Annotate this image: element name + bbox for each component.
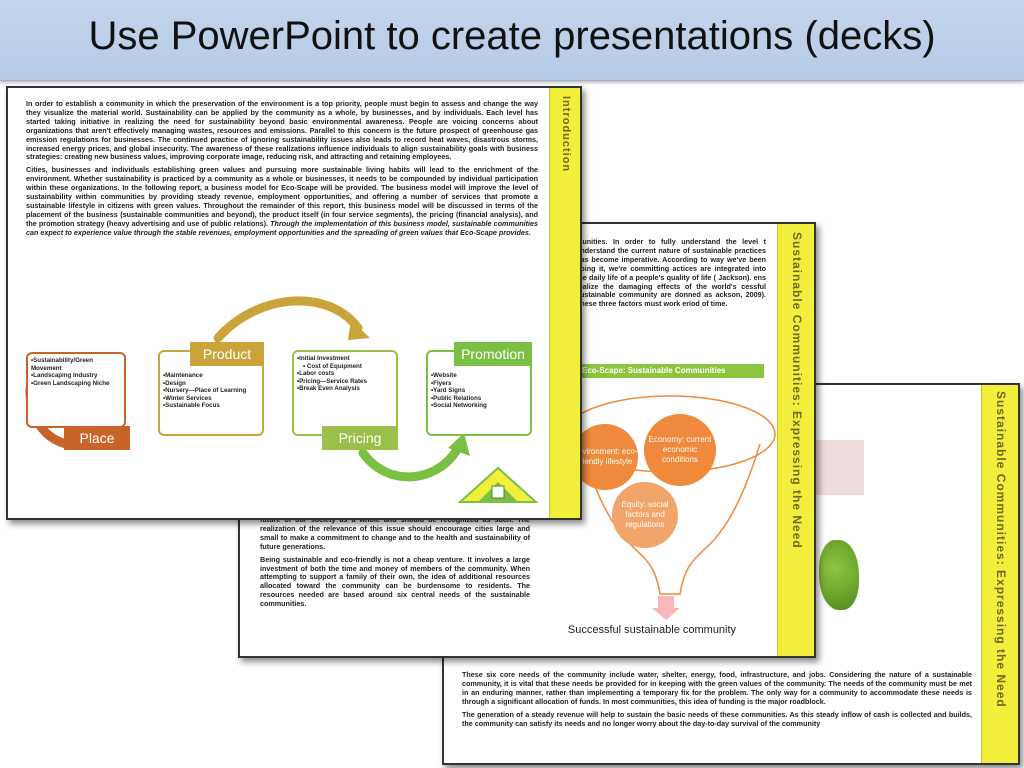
pricing-item-3: •Labor costs	[297, 370, 335, 378]
slide3-body: These six core needs of the community in…	[462, 670, 972, 732]
pricing-item-4: •Pricing—Service Rates	[297, 377, 367, 385]
product-label: Product	[190, 342, 264, 366]
economy-circle: Economy: current economic conditions	[644, 414, 716, 486]
slide3-side-title: Sustainable Communities: Expressing the …	[994, 391, 1008, 708]
pricing-label: Pricing	[322, 426, 398, 450]
slide1-side-title: Introduction	[560, 96, 572, 173]
slide2-top-text: munities. In order to fully understand t…	[576, 237, 766, 309]
slide2-side-title: Sustainable Communities: Expressing the …	[790, 232, 804, 549]
pricing-item-5: •Break Even Analysis	[297, 385, 360, 393]
place-item-2: •Landscaping Industry	[31, 372, 98, 380]
vegetables-image	[819, 540, 859, 610]
place-box: •Sustainability/Green Movement •Landscap…	[26, 352, 126, 428]
product-item-4: •Winter Services	[163, 394, 212, 402]
place-label: Place	[64, 426, 130, 450]
eco-scape-logo	[458, 466, 538, 503]
slide2-paragraph-2: Being sustainable and eco-friendly is no…	[260, 554, 530, 609]
promotion-item-2: •Flyers	[431, 379, 452, 387]
slide2-bottom-text: future of our society as a whole and sho…	[260, 515, 530, 613]
slide-thumbnail-1[interactable]: Introduction In order to establish a com…	[6, 86, 582, 520]
pricing-item-2: • Cost of Equipment	[303, 362, 362, 370]
promotion-item-4: •Public Relations	[431, 394, 482, 402]
marketing-mix-arrows	[25, 296, 470, 482]
equity-circle: Equity: social factors and regulations	[612, 482, 678, 548]
slide2-paragraph-1: future of our society as a whole and sho…	[260, 515, 530, 551]
slide2-diagram-header: Eco-Scape: Sustainable Communities	[578, 364, 764, 378]
slide3-paragraph-1: These six core needs of the community in…	[462, 670, 972, 706]
product-item-3: •Nursery—Place of Learning	[163, 387, 247, 395]
product-item-1: •Maintenance	[163, 372, 203, 379]
place-item-1: •Sustainability/Green Movement	[31, 357, 93, 372]
product-item-5: •Sustainable Focus	[163, 402, 220, 410]
pricing-item-1: •Initial Investment	[297, 355, 350, 362]
slide3-paragraph-2: The generation of a steady revenue will …	[462, 709, 972, 728]
promotion-item-1: •Website	[431, 372, 457, 379]
product-item-2: •Design	[163, 379, 186, 387]
pricing-box: •Initial Investment • Cost of Equipment …	[292, 350, 398, 436]
slide-title: Use PowerPoint to create presentations (…	[88, 14, 936, 58]
promotion-item-5: •Social Networking	[431, 402, 487, 410]
funnel-result-label: Successful sustainable community	[567, 624, 737, 636]
slide-title-bar: Use PowerPoint to create presentations (…	[0, 0, 1024, 81]
place-item-3: •Green Landscaping Niche	[31, 379, 110, 387]
promotion-item-3: •Yard Signs	[431, 387, 466, 395]
promotion-label: Promotion	[454, 342, 532, 366]
